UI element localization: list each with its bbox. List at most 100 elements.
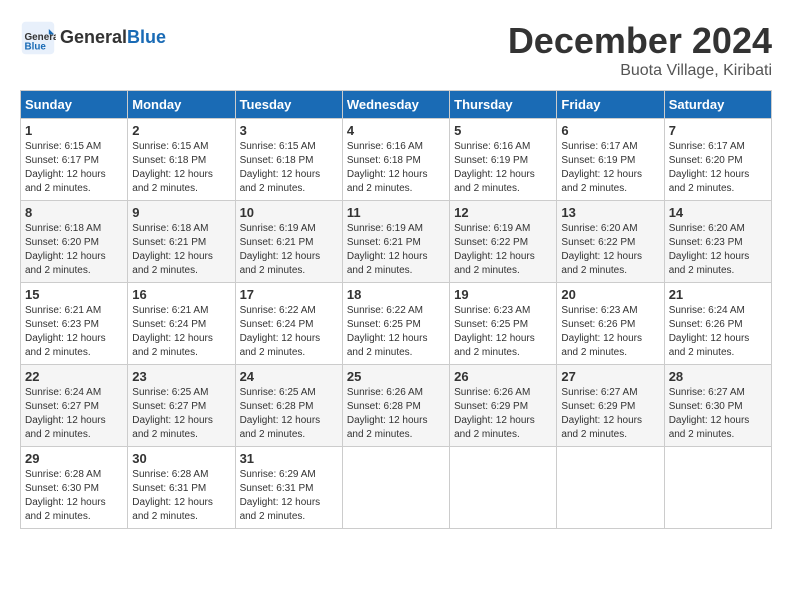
logo-icon: General Blue bbox=[20, 20, 56, 56]
sunset-label: Sunset: 6:29 PM bbox=[561, 401, 635, 412]
sunset-label: Sunset: 6:25 PM bbox=[347, 319, 421, 330]
daylight-label: Daylight: 12 hours and 2 minutes. bbox=[25, 169, 106, 194]
title-area: December 2024 Buota Village, Kiribati bbox=[508, 20, 772, 80]
day-number: 25 bbox=[347, 369, 445, 384]
day-info: Sunrise: 6:25 AM Sunset: 6:27 PM Dayligh… bbox=[132, 386, 230, 442]
daylight-label: Daylight: 12 hours and 2 minutes. bbox=[240, 497, 321, 522]
daylight-label: Daylight: 12 hours and 2 minutes. bbox=[454, 251, 535, 276]
sunrise-label: Sunrise: 6:25 AM bbox=[132, 387, 208, 398]
sunset-label: Sunset: 6:17 PM bbox=[25, 155, 99, 166]
sunset-label: Sunset: 6:31 PM bbox=[240, 483, 314, 494]
calendar-cell: 11 Sunrise: 6:19 AM Sunset: 6:21 PM Dayl… bbox=[342, 201, 449, 283]
calendar-cell: 12 Sunrise: 6:19 AM Sunset: 6:22 PM Dayl… bbox=[450, 201, 557, 283]
sunrise-label: Sunrise: 6:16 AM bbox=[347, 141, 423, 152]
day-number: 11 bbox=[347, 205, 445, 220]
calendar-cell: 6 Sunrise: 6:17 AM Sunset: 6:19 PM Dayli… bbox=[557, 119, 664, 201]
col-saturday: Saturday bbox=[664, 91, 771, 119]
daylight-label: Daylight: 12 hours and 2 minutes. bbox=[561, 251, 642, 276]
calendar-cell bbox=[664, 447, 771, 529]
sunrise-label: Sunrise: 6:18 AM bbox=[25, 223, 101, 234]
day-number: 1 bbox=[25, 123, 123, 138]
sunset-label: Sunset: 6:30 PM bbox=[25, 483, 99, 494]
day-info: Sunrise: 6:28 AM Sunset: 6:31 PM Dayligh… bbox=[132, 468, 230, 524]
day-info: Sunrise: 6:26 AM Sunset: 6:29 PM Dayligh… bbox=[454, 386, 552, 442]
sunrise-label: Sunrise: 6:29 AM bbox=[240, 469, 316, 480]
calendar-cell bbox=[557, 447, 664, 529]
calendar-cell: 19 Sunrise: 6:23 AM Sunset: 6:25 PM Dayl… bbox=[450, 283, 557, 365]
calendar-cell: 29 Sunrise: 6:28 AM Sunset: 6:30 PM Dayl… bbox=[21, 447, 128, 529]
calendar-cell: 4 Sunrise: 6:16 AM Sunset: 6:18 PM Dayli… bbox=[342, 119, 449, 201]
calendar-cell: 16 Sunrise: 6:21 AM Sunset: 6:24 PM Dayl… bbox=[128, 283, 235, 365]
sunrise-label: Sunrise: 6:25 AM bbox=[240, 387, 316, 398]
sunrise-label: Sunrise: 6:27 AM bbox=[561, 387, 637, 398]
day-info: Sunrise: 6:25 AM Sunset: 6:28 PM Dayligh… bbox=[240, 386, 338, 442]
sunset-label: Sunset: 6:20 PM bbox=[25, 237, 99, 248]
calendar-cell: 1 Sunrise: 6:15 AM Sunset: 6:17 PM Dayli… bbox=[21, 119, 128, 201]
day-number: 29 bbox=[25, 451, 123, 466]
sunset-label: Sunset: 6:23 PM bbox=[669, 237, 743, 248]
daylight-label: Daylight: 12 hours and 2 minutes. bbox=[25, 333, 106, 358]
calendar-cell: 21 Sunrise: 6:24 AM Sunset: 6:26 PM Dayl… bbox=[664, 283, 771, 365]
calendar-week-row: 1 Sunrise: 6:15 AM Sunset: 6:17 PM Dayli… bbox=[21, 119, 772, 201]
day-number: 10 bbox=[240, 205, 338, 220]
sunrise-label: Sunrise: 6:15 AM bbox=[25, 141, 101, 152]
col-sunday: Sunday bbox=[21, 91, 128, 119]
sunrise-label: Sunrise: 6:16 AM bbox=[454, 141, 530, 152]
sunrise-label: Sunrise: 6:17 AM bbox=[561, 141, 637, 152]
day-number: 28 bbox=[669, 369, 767, 384]
day-number: 2 bbox=[132, 123, 230, 138]
sunset-label: Sunset: 6:18 PM bbox=[347, 155, 421, 166]
calendar-cell bbox=[342, 447, 449, 529]
sunrise-label: Sunrise: 6:24 AM bbox=[669, 305, 745, 316]
sunset-label: Sunset: 6:31 PM bbox=[132, 483, 206, 494]
daylight-label: Daylight: 12 hours and 2 minutes. bbox=[669, 333, 750, 358]
calendar-subtitle: Buota Village, Kiribati bbox=[508, 62, 772, 80]
daylight-label: Daylight: 12 hours and 2 minutes. bbox=[347, 415, 428, 440]
day-info: Sunrise: 6:21 AM Sunset: 6:23 PM Dayligh… bbox=[25, 304, 123, 360]
day-number: 24 bbox=[240, 369, 338, 384]
sunset-label: Sunset: 6:21 PM bbox=[240, 237, 314, 248]
daylight-label: Daylight: 12 hours and 2 minutes. bbox=[132, 497, 213, 522]
day-info: Sunrise: 6:16 AM Sunset: 6:19 PM Dayligh… bbox=[454, 140, 552, 196]
sunset-label: Sunset: 6:22 PM bbox=[454, 237, 528, 248]
day-info: Sunrise: 6:19 AM Sunset: 6:21 PM Dayligh… bbox=[240, 222, 338, 278]
day-info: Sunrise: 6:16 AM Sunset: 6:18 PM Dayligh… bbox=[347, 140, 445, 196]
daylight-label: Daylight: 12 hours and 2 minutes. bbox=[240, 333, 321, 358]
sunset-label: Sunset: 6:18 PM bbox=[132, 155, 206, 166]
calendar-cell: 8 Sunrise: 6:18 AM Sunset: 6:20 PM Dayli… bbox=[21, 201, 128, 283]
day-info: Sunrise: 6:24 AM Sunset: 6:27 PM Dayligh… bbox=[25, 386, 123, 442]
day-info: Sunrise: 6:28 AM Sunset: 6:30 PM Dayligh… bbox=[25, 468, 123, 524]
daylight-label: Daylight: 12 hours and 2 minutes. bbox=[240, 169, 321, 194]
sunrise-label: Sunrise: 6:20 AM bbox=[669, 223, 745, 234]
sunset-label: Sunset: 6:24 PM bbox=[240, 319, 314, 330]
col-tuesday: Tuesday bbox=[235, 91, 342, 119]
daylight-label: Daylight: 12 hours and 2 minutes. bbox=[240, 415, 321, 440]
day-number: 21 bbox=[669, 287, 767, 302]
sunrise-label: Sunrise: 6:18 AM bbox=[132, 223, 208, 234]
day-info: Sunrise: 6:23 AM Sunset: 6:25 PM Dayligh… bbox=[454, 304, 552, 360]
sunrise-label: Sunrise: 6:23 AM bbox=[454, 305, 530, 316]
daylight-label: Daylight: 12 hours and 2 minutes. bbox=[132, 333, 213, 358]
day-info: Sunrise: 6:19 AM Sunset: 6:22 PM Dayligh… bbox=[454, 222, 552, 278]
day-number: 9 bbox=[132, 205, 230, 220]
day-number: 27 bbox=[561, 369, 659, 384]
day-number: 7 bbox=[669, 123, 767, 138]
daylight-label: Daylight: 12 hours and 2 minutes. bbox=[561, 415, 642, 440]
day-info: Sunrise: 6:19 AM Sunset: 6:21 PM Dayligh… bbox=[347, 222, 445, 278]
sunrise-label: Sunrise: 6:19 AM bbox=[347, 223, 423, 234]
calendar-title: December 2024 bbox=[508, 20, 772, 62]
day-number: 16 bbox=[132, 287, 230, 302]
day-number: 26 bbox=[454, 369, 552, 384]
calendar-cell: 20 Sunrise: 6:23 AM Sunset: 6:26 PM Dayl… bbox=[557, 283, 664, 365]
sunset-label: Sunset: 6:26 PM bbox=[561, 319, 635, 330]
calendar-cell: 3 Sunrise: 6:15 AM Sunset: 6:18 PM Dayli… bbox=[235, 119, 342, 201]
day-info: Sunrise: 6:17 AM Sunset: 6:19 PM Dayligh… bbox=[561, 140, 659, 196]
sunset-label: Sunset: 6:27 PM bbox=[25, 401, 99, 412]
day-info: Sunrise: 6:18 AM Sunset: 6:20 PM Dayligh… bbox=[25, 222, 123, 278]
day-info: Sunrise: 6:29 AM Sunset: 6:31 PM Dayligh… bbox=[240, 468, 338, 524]
calendar-week-row: 15 Sunrise: 6:21 AM Sunset: 6:23 PM Dayl… bbox=[21, 283, 772, 365]
sunset-label: Sunset: 6:25 PM bbox=[454, 319, 528, 330]
calendar-cell: 22 Sunrise: 6:24 AM Sunset: 6:27 PM Dayl… bbox=[21, 365, 128, 447]
daylight-label: Daylight: 12 hours and 2 minutes. bbox=[561, 333, 642, 358]
daylight-label: Daylight: 12 hours and 2 minutes. bbox=[561, 169, 642, 194]
